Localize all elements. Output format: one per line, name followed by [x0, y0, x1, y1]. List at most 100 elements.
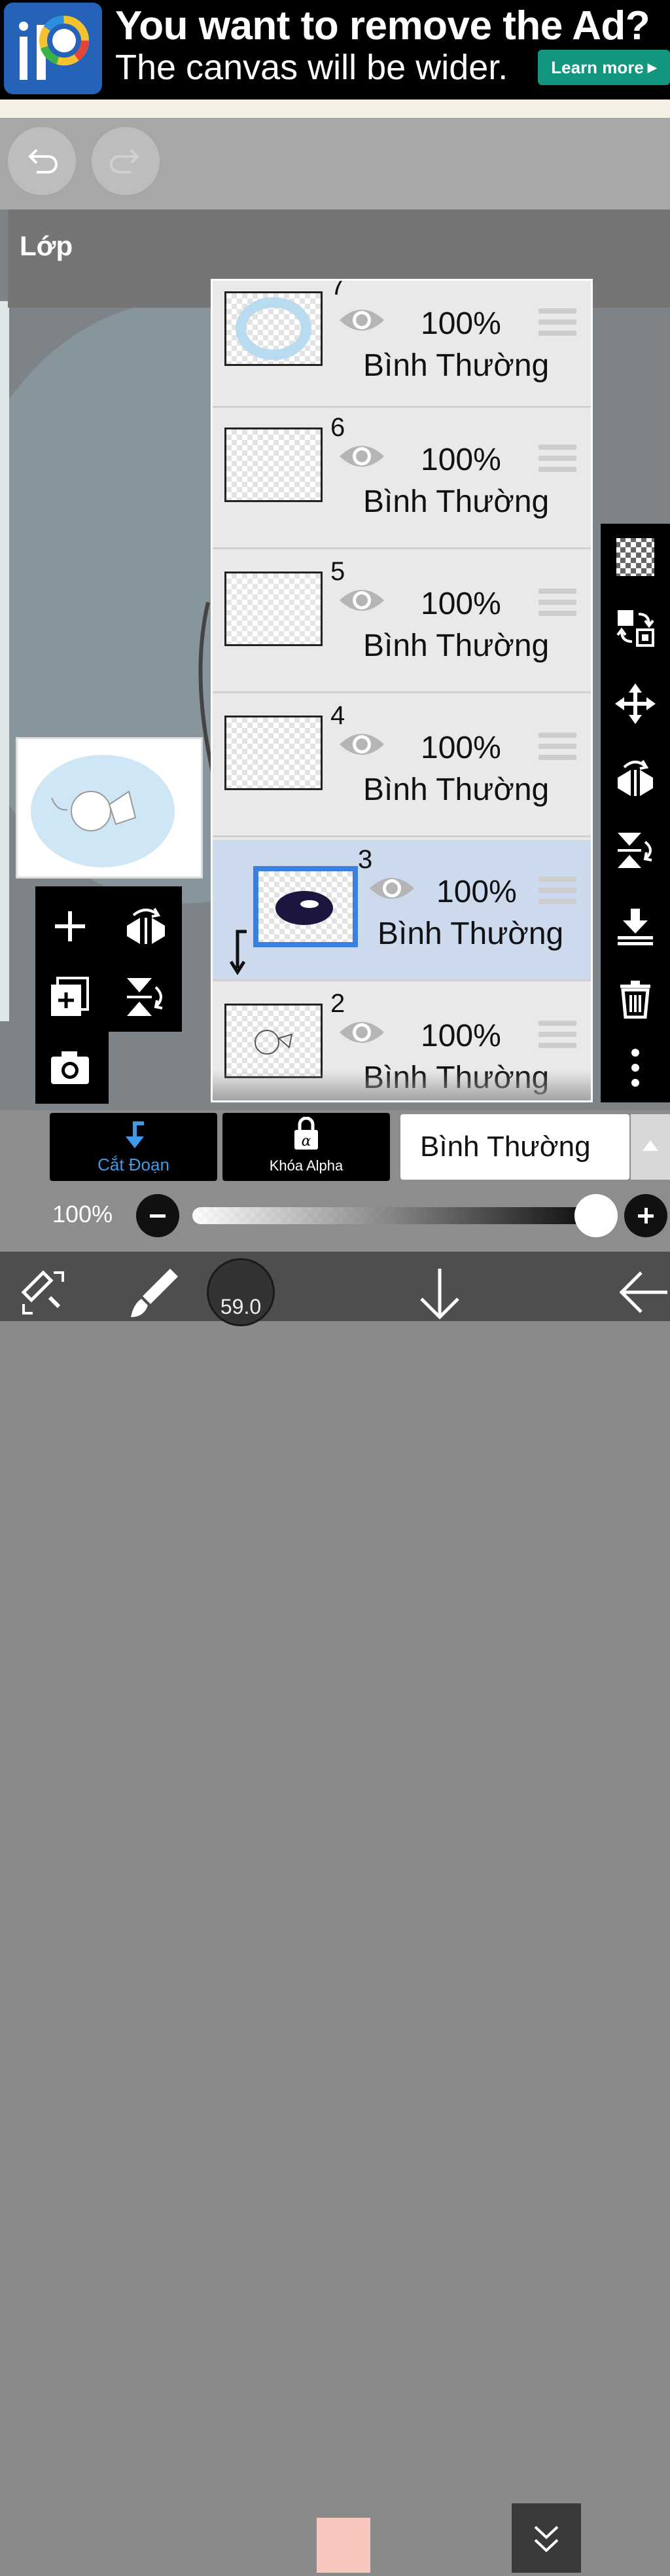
duplicate-layer-icon[interactable] — [48, 975, 92, 1019]
layer-thumbnail — [224, 427, 323, 502]
eye-icon[interactable] — [337, 1015, 387, 1049]
eye-icon[interactable] — [337, 303, 387, 337]
layer-number: 7 — [330, 279, 345, 300]
blend-mode-select[interactable]: Bình Thường — [400, 1114, 629, 1180]
svg-text:α: α — [302, 1133, 311, 1150]
layer-thumbnail — [224, 571, 323, 646]
layer-blend-mode: Bình Thường — [363, 484, 550, 519]
merge-down-icon[interactable] — [615, 906, 656, 947]
layer-row-6[interactable]: 6 100% Bình Thường — [213, 408, 591, 549]
alpha-lock-button[interactable]: α Khóa Alpha — [222, 1113, 390, 1181]
opacity-slider-knob[interactable] — [574, 1194, 618, 1237]
layer-blend-mode: Bình Thường — [363, 772, 550, 807]
current-color-swatch[interactable] — [317, 2518, 370, 2573]
drag-handle-icon[interactable] — [538, 1021, 576, 1053]
ad-banner[interactable]: You want to remove the Ad? The canvas wi… — [0, 0, 670, 100]
add-layer-icon[interactable] — [48, 905, 92, 948]
triangle-up-icon — [643, 1140, 658, 1151]
layer-thumbnail — [224, 716, 323, 790]
flip-layer-v-icon[interactable] — [124, 975, 168, 1019]
blend-mode-dropdown-button[interactable] — [631, 1114, 670, 1180]
top-toolbar — [0, 118, 670, 209]
double-chevron-down-icon — [534, 2526, 559, 2552]
layer-opacity: 100% — [421, 731, 501, 765]
drag-handle-icon[interactable] — [538, 589, 576, 621]
redo-icon — [110, 149, 139, 173]
tool-switch-icon[interactable] — [17, 1266, 69, 1318]
layer-opacity: 100% — [421, 1019, 501, 1053]
drag-handle-icon[interactable] — [538, 444, 576, 477]
camera-icon[interactable] — [48, 1046, 92, 1089]
play-triangle-icon: ▶ — [647, 60, 657, 74]
layer-opacity: 100% — [421, 306, 501, 341]
drag-handle-icon[interactable] — [538, 308, 576, 341]
back-arrow-icon[interactable] — [615, 1265, 670, 1320]
delete-icon[interactable] — [615, 978, 656, 1019]
layer-blend-mode: Bình Thường — [378, 916, 564, 951]
more-icon[interactable] — [615, 1047, 656, 1088]
learn-more-button[interactable]: Learn more ▶ — [538, 50, 670, 85]
collapse-button[interactable] — [512, 2503, 581, 2573]
layer-panel-title: Lớp — [20, 230, 73, 261]
eye-icon[interactable] — [337, 439, 387, 473]
layer-blend-mode: Bình Thường — [363, 628, 550, 663]
drag-handle-icon[interactable] — [538, 733, 576, 765]
layer-tools-left — [35, 886, 182, 1032]
layer-tools-right — [601, 524, 670, 1102]
layer-thumbnail — [224, 291, 323, 366]
clipping-arrow-icon — [230, 930, 247, 975]
layer-number: 6 — [330, 413, 345, 442]
layer-thumbnail — [224, 1004, 323, 1078]
layer-opacity: 100% — [421, 443, 501, 477]
layer-number: 3 — [358, 845, 373, 874]
undo-button[interactable] — [8, 127, 76, 195]
lock-icon: α — [294, 1117, 318, 1150]
clipping-icon — [126, 1121, 144, 1148]
arrow-down-icon[interactable] — [414, 1265, 466, 1321]
eye-icon[interactable] — [337, 583, 387, 617]
blend-mode-value: Bình Thường — [420, 1131, 591, 1163]
brush-tool-icon[interactable] — [124, 1263, 183, 1322]
learn-more-label: Learn more — [551, 57, 644, 77]
layer-number: 5 — [330, 557, 345, 586]
flip-vertical-icon[interactable] — [615, 830, 656, 871]
layer-row-5[interactable]: 5 100% Bình Thường — [213, 552, 591, 693]
list-fade — [213, 1070, 591, 1100]
layer-row-4[interactable]: 4 100% Bình Thường — [213, 696, 591, 837]
eye-icon[interactable] — [337, 727, 387, 761]
ad-title: You want to remove the Ad? — [115, 3, 650, 48]
transparent-fill-icon[interactable] — [615, 537, 656, 577]
canvas-preview[interactable] — [16, 737, 203, 879]
opacity-increase-button[interactable] — [624, 1194, 667, 1237]
layer-blend-mode: Bình Thường — [363, 348, 550, 383]
alpha-lock-label: Khóa Alpha — [269, 1157, 344, 1174]
plus-icon — [638, 1208, 654, 1224]
layer-list[interactable]: 7 100% Bình Thường 6 100% Bình Thường 5 … — [211, 279, 593, 1102]
minus-icon — [150, 1214, 166, 1218]
flip-layer-h-icon[interactable] — [124, 905, 168, 948]
opacity-value: 100% — [52, 1201, 113, 1227]
brush-size-value: 59.0 — [220, 1295, 262, 1318]
main-toolbar — [0, 1252, 670, 2573]
opacity-slider[interactable] — [192, 1207, 611, 1224]
redo-button[interactable] — [92, 127, 160, 195]
layer-row-7[interactable]: 7 100% Bình Thường — [213, 279, 591, 408]
layer-number: 4 — [330, 701, 345, 730]
layer-number: 2 — [330, 989, 345, 1018]
ad-subtitle: The canvas will be wider. — [115, 48, 508, 87]
move-icon[interactable] — [615, 683, 656, 724]
ad-divider — [0, 100, 670, 118]
clipping-button[interactable]: Cắt Đoạn — [50, 1113, 217, 1181]
eye-icon[interactable] — [367, 871, 417, 905]
layer-row-3[interactable]: 3 100% Bình Thường — [213, 840, 591, 981]
layer-opacity: 100% — [421, 587, 501, 621]
layer-tools-left-camera — [35, 1032, 109, 1104]
flip-horizontal-icon[interactable] — [615, 758, 656, 799]
opacity-decrease-button[interactable] — [136, 1194, 179, 1237]
ibis-paint-logo-icon — [4, 3, 102, 94]
drag-handle-icon[interactable] — [538, 877, 576, 909]
layer-thumbnail-selected — [253, 866, 358, 947]
undo-icon — [28, 149, 58, 173]
clipping-label: Cắt Đoạn — [97, 1155, 169, 1174]
swap-layers-icon[interactable] — [615, 608, 656, 648]
